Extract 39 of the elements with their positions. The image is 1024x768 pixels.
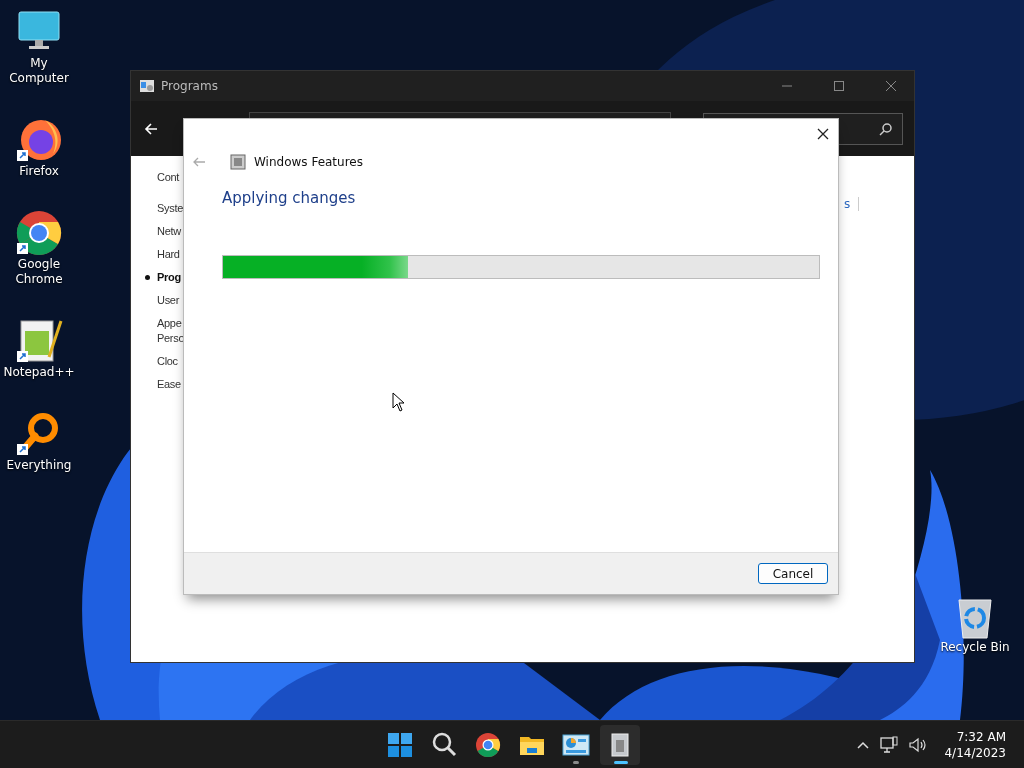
desktop-icon-label[interactable]: Firefox [19, 164, 59, 179]
network-icon[interactable] [880, 735, 899, 754]
clock-date: 4/14/2023 [944, 744, 1006, 761]
cursor-icon [392, 392, 404, 412]
sidebar-link[interactable]: Netw [157, 224, 181, 239]
desktop-icon-label[interactable]: Recycle Bin [940, 640, 1010, 655]
back-arrow-icon[interactable] [143, 120, 159, 137]
dialog-title: Windows Features [254, 155, 363, 169]
cancel-button[interactable]: Cancel [758, 563, 828, 584]
sidebar-link[interactable]: Ease [157, 377, 181, 392]
link[interactable]: s [844, 197, 860, 211]
sidebar-link[interactable]: Prog [157, 270, 181, 285]
search-icon[interactable] [430, 730, 458, 759]
sidebar-link[interactable]: Cloc [157, 354, 178, 369]
dialog-heading: Applying changes [222, 189, 357, 207]
bullet-icon [145, 275, 150, 280]
desktop-icon-label[interactable]: Everything [6, 458, 72, 473]
clock[interactable]: 7:32 AM 4/14/2023 [944, 728, 1006, 761]
window-title: Programs [161, 79, 218, 93]
notepad-icon[interactable] [15, 317, 63, 365]
chrome-icon[interactable] [474, 730, 502, 759]
features-icon [230, 154, 246, 170]
windows-logo-icon[interactable] [386, 730, 414, 759]
desktop-icon-label[interactable]: Google Chrome [0, 257, 78, 287]
close-icon[interactable] [816, 127, 830, 141]
taskbar-button[interactable] [600, 724, 640, 765]
search-icon [878, 120, 894, 137]
chrome-icon[interactable] [15, 209, 63, 257]
chevron-up-icon[interactable] [856, 739, 871, 750]
sidebar-link[interactable]: User [157, 293, 180, 308]
sidebar-link[interactable]: Syste [157, 201, 183, 216]
clock-time: 7:32 AM [955, 728, 1006, 745]
recycle-bin-icon[interactable] [955, 596, 995, 640]
control-panel-icon [139, 78, 155, 94]
volume-icon[interactable] [908, 735, 929, 754]
sidebar-link[interactable]: Hard [157, 247, 180, 262]
desktop-icon-label[interactable]: Notepad++ [3, 365, 75, 380]
desktop-icon-label[interactable]: My Computer [0, 56, 78, 86]
sidebar-link[interactable]: Cont [157, 170, 180, 185]
